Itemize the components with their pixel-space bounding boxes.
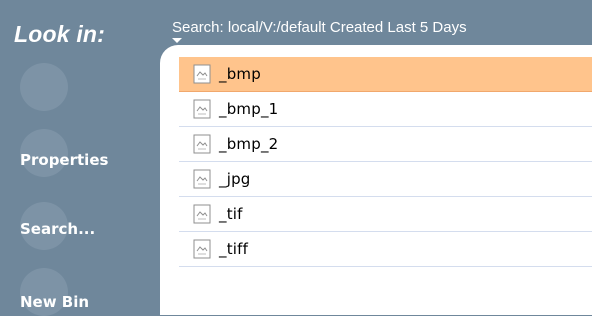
search-bar: Search: local/V:/default Created Last 5 …: [160, 15, 592, 43]
sidebar: Look in: Properties Search... New Bin: [0, 0, 160, 316]
sidebar-item-search[interactable]: Search...: [20, 220, 95, 238]
list-item[interactable]: _bmp_1: [179, 92, 592, 127]
image-file-icon: [193, 169, 211, 189]
file-name: _bmp_1: [219, 100, 279, 118]
results-list: _bmp _bmp_1 _bmp_2 _jpg _tif _tiff: [179, 57, 592, 267]
list-item[interactable]: _bmp: [179, 57, 592, 92]
list-item[interactable]: _jpg: [179, 162, 592, 197]
file-name: _tif: [219, 205, 243, 223]
search-query[interactable]: Search: local/V:/default Created Last 5 …: [172, 19, 467, 36]
file-name: _tiff: [219, 240, 249, 258]
look-in-label: Look in:: [14, 21, 106, 47]
image-file-icon: [193, 239, 211, 259]
sidebar-item-properties[interactable]: Properties: [20, 151, 108, 169]
image-file-icon: [193, 99, 211, 119]
sidebar-circle-top[interactable]: [20, 63, 68, 111]
file-name: _bmp: [219, 65, 261, 83]
list-item[interactable]: _tiff: [179, 232, 592, 267]
image-file-icon: [193, 204, 211, 224]
image-file-icon: [193, 64, 211, 84]
results-panel: _bmp _bmp_1 _bmp_2 _jpg _tif _tiff: [160, 45, 592, 315]
search-caret-icon[interactable]: [172, 38, 182, 43]
file-name: _jpg: [219, 170, 251, 188]
sidebar-item-new-bin[interactable]: New Bin: [20, 293, 89, 311]
image-file-icon: [193, 134, 211, 154]
file-name: _bmp_2: [219, 135, 279, 153]
list-item[interactable]: _tif: [179, 197, 592, 232]
list-item[interactable]: _bmp_2: [179, 127, 592, 162]
